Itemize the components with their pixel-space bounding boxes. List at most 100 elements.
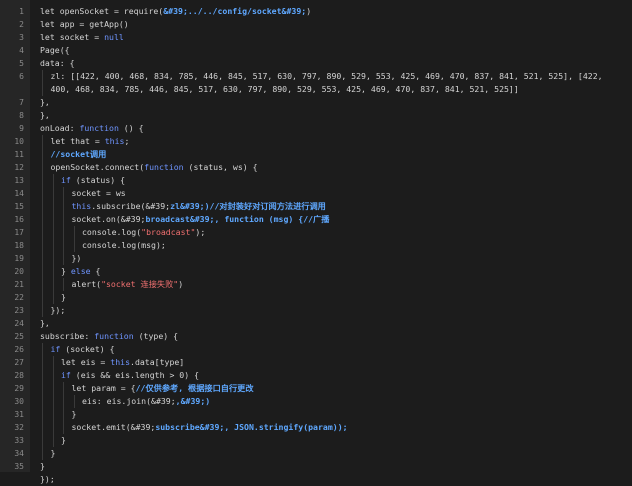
line-text: let eis = this.data[type] (61, 356, 626, 369)
code-line: 24}, (14, 317, 632, 330)
code-token: }) (71, 253, 82, 263)
line-text: onLoad: function () { (40, 122, 626, 135)
line-number: 18 (14, 241, 24, 250)
code-line: 25 subscribe: function (type) { (14, 330, 632, 343)
line-number: 20 (14, 267, 24, 276)
code-token: openSocket.connect( (50, 162, 145, 172)
indent-guide (63, 382, 64, 395)
line-number: 16 (14, 215, 24, 224)
line-number: 9 (19, 124, 24, 133)
code-line: 2 let app = getApp() (19, 18, 632, 31)
indent-guide (52, 369, 54, 382)
line-text: if (status) { (61, 174, 626, 187)
code-token: ; (124, 136, 130, 146)
line-number: 1 (19, 7, 24, 16)
code-token: ,&#39;) (175, 396, 211, 406)
code-line: 6 zl: [[422, 400, 468, 834, 785, 446, 845… (19, 70, 632, 96)
indent-guide (42, 265, 43, 278)
line-number: 8 (19, 111, 24, 120)
code-token: if (50, 344, 61, 354)
indent-guide (42, 174, 43, 187)
line-number: 5 (19, 59, 24, 68)
line-text: if (socket) { (51, 343, 627, 356)
line-text: zl: [[422, 400, 468, 834, 785, 446, 845,… (51, 70, 627, 96)
line-number: 35 (14, 462, 24, 471)
code-editor[interactable]: 1 let openSocket = require(&#39;../../con… (0, 0, 632, 484)
indent-guide (42, 343, 43, 356)
line-text: }, (40, 96, 626, 109)
line-number: 13 (14, 176, 24, 185)
code-token: }, (40, 97, 50, 107)
line-number: 22 (14, 293, 24, 302)
code-line: 10 let that = this; (14, 135, 632, 148)
indent-guide (42, 447, 43, 460)
line-text: let that = this; (51, 135, 627, 148)
code-token: //仅供参考, 根据接口自行更改 (135, 383, 254, 393)
line-number: 25 (14, 332, 24, 341)
code-line: 22} (14, 291, 632, 304)
indent-guide (52, 291, 54, 304)
code-line: 35} (14, 460, 632, 473)
code-token: ) (178, 279, 184, 289)
code-token: } (50, 448, 56, 458)
line-text: } (72, 408, 627, 421)
line-number: 15 (14, 202, 24, 211)
code-line: 28 if (eis && eis.length > 0) { (14, 369, 632, 382)
indent-guide (52, 200, 54, 213)
line-text: }); (40, 473, 626, 486)
line-number: 30 (14, 397, 24, 406)
code-line: 12 openSocket.connect(function (status, w… (14, 161, 632, 174)
code-line: 11 //socket调用 (14, 148, 632, 161)
line-text: socket.emit(&#39;subscribe&#39;, JSON.st… (72, 421, 627, 434)
line-number: 10 (14, 137, 24, 146)
indent-guide (42, 239, 43, 252)
indent-guide (63, 213, 64, 226)
indent-guide (52, 434, 54, 447)
indent-guide (63, 395, 64, 408)
code-token: subscribe&#39;, JSON.stringify(param)); (155, 422, 348, 432)
code-token: function (79, 123, 119, 133)
indent-guide (63, 200, 64, 213)
code-line: 15 this.subscribe(&#39;zl&#39;)//对封装好对订阅方… (14, 200, 632, 213)
line-text: openSocket.connect(function (status, ws)… (51, 161, 627, 174)
indent-guide (42, 278, 43, 291)
indent-guide (42, 161, 43, 174)
indent-guide (42, 213, 43, 226)
code-token: } (61, 292, 66, 302)
code-token: (eis && eis.length > 0) { (70, 370, 200, 380)
code-line: 29 let param = {//仅供参考, 根据接口自行更改 (14, 382, 632, 395)
line-text: eis: eis.join(&#39;,&#39;) (82, 395, 626, 408)
line-number: 23 (14, 306, 24, 315)
code-token: zl: [[422, 400, 468, 834, 785, 446, 845,… (50, 71, 608, 94)
indent-guide (52, 408, 54, 421)
code-line: 17 console.log("broadcast"); (14, 226, 632, 239)
code-token: } (61, 266, 71, 276)
indent-guide (52, 213, 54, 226)
indent-guide (42, 148, 43, 161)
indent-guide (52, 174, 54, 187)
code-line: 31} (14, 408, 632, 421)
line-text: let app = getApp() (40, 18, 626, 31)
code-token: &#39;../../config/socket&#39; (163, 6, 307, 16)
line-text: alert("socket 连接失败") (72, 278, 627, 291)
code-token: if (61, 370, 71, 380)
indent-guide (52, 187, 54, 200)
line-number: 32 (14, 423, 24, 432)
indent-guide (52, 382, 54, 395)
code-token: function (94, 331, 134, 341)
code-token: let that = (50, 136, 105, 146)
line-text: this.subscribe(&#39;zl&#39;)//对封装好对订阅方法进… (72, 200, 627, 213)
line-text: } (40, 460, 626, 473)
indent-guide (63, 278, 64, 291)
line-text: socket.on(&#39;broadcast&#39;, function … (72, 213, 627, 226)
indent-guide (52, 226, 54, 239)
code-token: } (71, 409, 77, 419)
code-line: }); (30, 473, 632, 486)
line-number: 7 (19, 98, 24, 107)
code-line: 20} else { (14, 265, 632, 278)
code-token: zl&#39;)//对封装好对订阅方法进行调用 (170, 201, 326, 211)
code-token: { (90, 266, 101, 276)
code-token: (type) { (133, 331, 179, 341)
code-token: (status) { (70, 175, 126, 185)
code-line: 27 let eis = this.data[type] (14, 356, 632, 369)
